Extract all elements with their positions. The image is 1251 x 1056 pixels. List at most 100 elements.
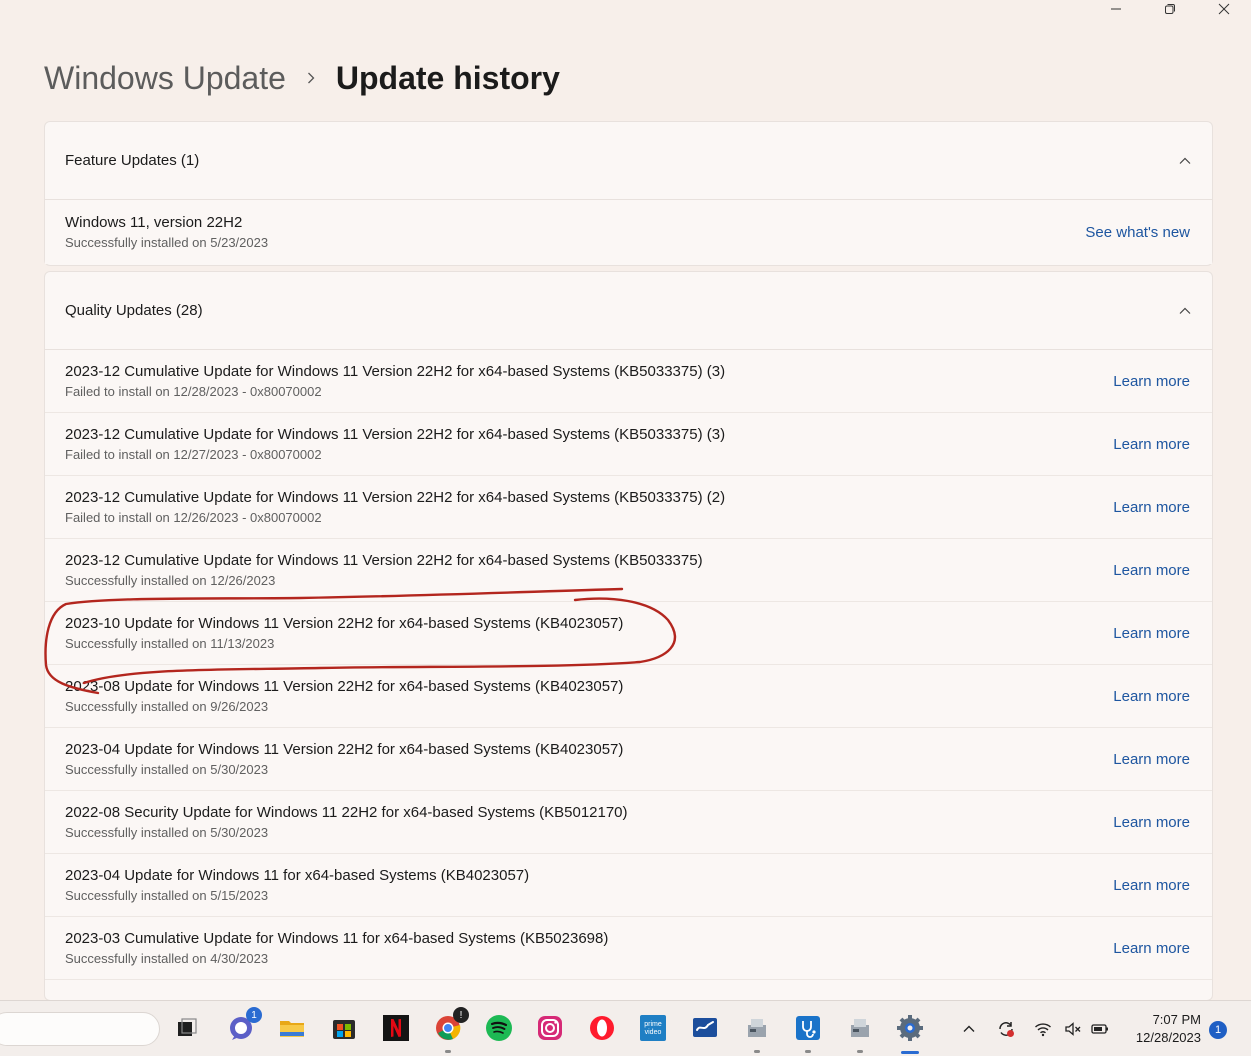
learn-more-link[interactable]: Learn more bbox=[1113, 436, 1190, 453]
learn-more-link[interactable]: Learn more bbox=[1113, 625, 1190, 642]
learn-more-link[interactable]: Learn more bbox=[1113, 877, 1190, 894]
netflix-icon bbox=[381, 1013, 411, 1043]
prime-video-label-bottom: video bbox=[645, 1029, 662, 1036]
breadcrumb-windows-update[interactable]: Windows Update bbox=[44, 60, 286, 97]
update-status: Successfully installed on 5/23/2023 bbox=[65, 235, 269, 250]
feature-updates-header[interactable]: Feature Updates (1) bbox=[45, 122, 1212, 200]
page-title: Update history bbox=[335, 59, 560, 96]
pc-health-running-indicator bbox=[805, 1050, 811, 1053]
wifi-icon bbox=[1034, 1020, 1052, 1038]
chrome-button[interactable]: ! bbox=[433, 1007, 469, 1043]
learn-more-link[interactable]: Learn more bbox=[1113, 814, 1190, 831]
stethoscope-icon bbox=[793, 1013, 823, 1043]
learn-more-link[interactable]: Learn more bbox=[1113, 562, 1190, 579]
see-whats-new-link[interactable]: See what's new bbox=[1085, 224, 1190, 241]
opera-icon bbox=[587, 1013, 617, 1043]
chrome-alert-badge: ! bbox=[453, 1007, 469, 1023]
learn-more-link[interactable]: Learn more bbox=[1113, 499, 1190, 516]
store-icon bbox=[329, 1013, 359, 1043]
show-hidden-icons-button[interactable] bbox=[960, 1017, 978, 1041]
update-title: 2022-08 Security Update for Windows 11 2… bbox=[65, 804, 628, 821]
update-title: 2023-03 Cumulative Update for Windows 11… bbox=[65, 930, 609, 947]
clock-date: 12/28/2023 bbox=[1135, 1030, 1201, 1045]
update-title: 2023-12 Cumulative Update for Windows 11… bbox=[65, 489, 726, 506]
chevron-up-icon[interactable] bbox=[1178, 304, 1192, 318]
file-explorer-button[interactable] bbox=[277, 1013, 307, 1043]
quality-updates-header[interactable]: Quality Updates (28) bbox=[45, 272, 1212, 350]
update-status: Successfully installed on 11/13/2023 bbox=[65, 636, 275, 651]
network-button[interactable] bbox=[1034, 1017, 1052, 1041]
task-view-icon bbox=[172, 1013, 202, 1043]
sync-status-button[interactable] bbox=[997, 1017, 1015, 1041]
update-title: 2023-10 Update for Windows 11 Version 22… bbox=[65, 615, 624, 632]
update-status: Successfully installed on 12/26/2023 bbox=[65, 573, 276, 588]
store-button[interactable] bbox=[329, 1013, 359, 1043]
restore-button[interactable] bbox=[1143, 0, 1197, 22]
quality-update-row: 2023-08 Update for Windows 11 Version 22… bbox=[45, 665, 1212, 728]
netflix-button[interactable] bbox=[381, 1013, 411, 1043]
instagram-icon bbox=[535, 1013, 565, 1043]
update-status: Successfully installed on 5/15/2023 bbox=[65, 888, 269, 903]
whiteboard-button[interactable] bbox=[690, 1013, 720, 1043]
update-title: 2023-04 Update for Windows 11 for x64-ba… bbox=[65, 867, 530, 884]
update-status: Successfully installed on 4/30/2023 bbox=[65, 951, 269, 966]
minimize-icon bbox=[1110, 2, 1122, 20]
prime-video-label-top: prime bbox=[644, 1021, 662, 1028]
update-status: Successfully installed on 9/26/2023 bbox=[65, 699, 269, 714]
prime-video-button[interactable]: prime video bbox=[638, 1013, 668, 1043]
volume-button[interactable] bbox=[1064, 1017, 1082, 1041]
learn-more-link[interactable]: Learn more bbox=[1113, 751, 1190, 768]
update-title: 2023-04 Update for Windows 11 Version 22… bbox=[65, 741, 624, 758]
spotify-button[interactable] bbox=[484, 1013, 514, 1043]
chrome-running-indicator bbox=[445, 1050, 451, 1053]
close-icon bbox=[1218, 2, 1230, 20]
spotify-icon bbox=[484, 1013, 514, 1043]
volume-muted-icon bbox=[1064, 1020, 1082, 1038]
feature-updates-label: Feature Updates (1) bbox=[65, 152, 200, 169]
window-title-bar bbox=[1051, 0, 1251, 22]
quality-update-row: 2023-10 Update for Windows 11 Version 22… bbox=[45, 602, 1212, 665]
task-view-button[interactable] bbox=[172, 1013, 202, 1043]
quality-update-row: 2023-12 Cumulative Update for Windows 11… bbox=[45, 350, 1212, 413]
setup-running-indicator bbox=[857, 1050, 863, 1053]
setup-app-button[interactable] bbox=[845, 1013, 875, 1043]
update-title: 2023-12 Cumulative Update for Windows 11… bbox=[65, 426, 726, 443]
setup-icon bbox=[845, 1013, 875, 1043]
sync-error-icon bbox=[997, 1020, 1015, 1038]
battery-button[interactable] bbox=[1091, 1017, 1109, 1041]
prime-video-icon: prime video bbox=[638, 1013, 668, 1043]
quality-update-row: 2023-12 Cumulative Update for Windows 11… bbox=[45, 539, 1212, 602]
update-status: Failed to install on 12/28/2023 - 0x8007… bbox=[65, 384, 322, 399]
update-title: 2023-12 Cumulative Update for Windows 11… bbox=[65, 363, 726, 380]
opera-button[interactable] bbox=[587, 1013, 617, 1043]
quality-updates-label: Quality Updates (28) bbox=[65, 302, 203, 319]
update-status: Failed to install on 12/27/2023 - 0x8007… bbox=[65, 447, 322, 462]
chevron-up-icon[interactable] bbox=[1178, 154, 1192, 168]
close-button[interactable] bbox=[1197, 0, 1251, 22]
update-title: 2023-08 Update for Windows 11 Version 22… bbox=[65, 678, 624, 695]
update-title: 2023-12 Cumulative Update for Windows 11… bbox=[65, 552, 703, 569]
settings-button[interactable] bbox=[895, 1013, 925, 1043]
clock-time: 7:07 PM bbox=[1152, 1012, 1201, 1027]
update-status: Failed to install on 12/26/2023 - 0x8007… bbox=[65, 510, 322, 525]
feature-update-row: Windows 11, version 22H2 Successfully in… bbox=[45, 200, 1212, 264]
learn-more-link[interactable]: Learn more bbox=[1113, 373, 1190, 390]
taskbar-search-box[interactable] bbox=[0, 1012, 160, 1046]
minimize-button[interactable] bbox=[1089, 0, 1143, 22]
gear-icon bbox=[895, 1013, 925, 1043]
update-title: Windows 11, version 22H2 bbox=[65, 214, 243, 231]
notification-badge[interactable]: 1 bbox=[1209, 1021, 1227, 1039]
installer-app-button[interactable] bbox=[742, 1013, 772, 1043]
learn-more-link[interactable]: Learn more bbox=[1113, 688, 1190, 705]
chevron-up-icon bbox=[960, 1020, 978, 1038]
pc-health-check-button[interactable] bbox=[793, 1013, 823, 1043]
settings-active-indicator bbox=[901, 1051, 919, 1054]
chat-button[interactable]: 1 bbox=[226, 1007, 262, 1043]
quality-updates-section: Quality Updates (28) 2023-12 Cumulative … bbox=[44, 271, 1213, 1001]
chat-badge: 1 bbox=[246, 1007, 262, 1023]
quality-update-row: 2023-04 Update for Windows 11 for x64-ba… bbox=[45, 854, 1212, 917]
learn-more-link[interactable]: Learn more bbox=[1113, 940, 1190, 957]
taskbar-clock[interactable]: 7:07 PM 12/28/2023 bbox=[1136, 1011, 1201, 1047]
instagram-button[interactable] bbox=[535, 1013, 565, 1043]
quality-update-row: 2023-04 Update for Windows 11 Version 22… bbox=[45, 728, 1212, 791]
